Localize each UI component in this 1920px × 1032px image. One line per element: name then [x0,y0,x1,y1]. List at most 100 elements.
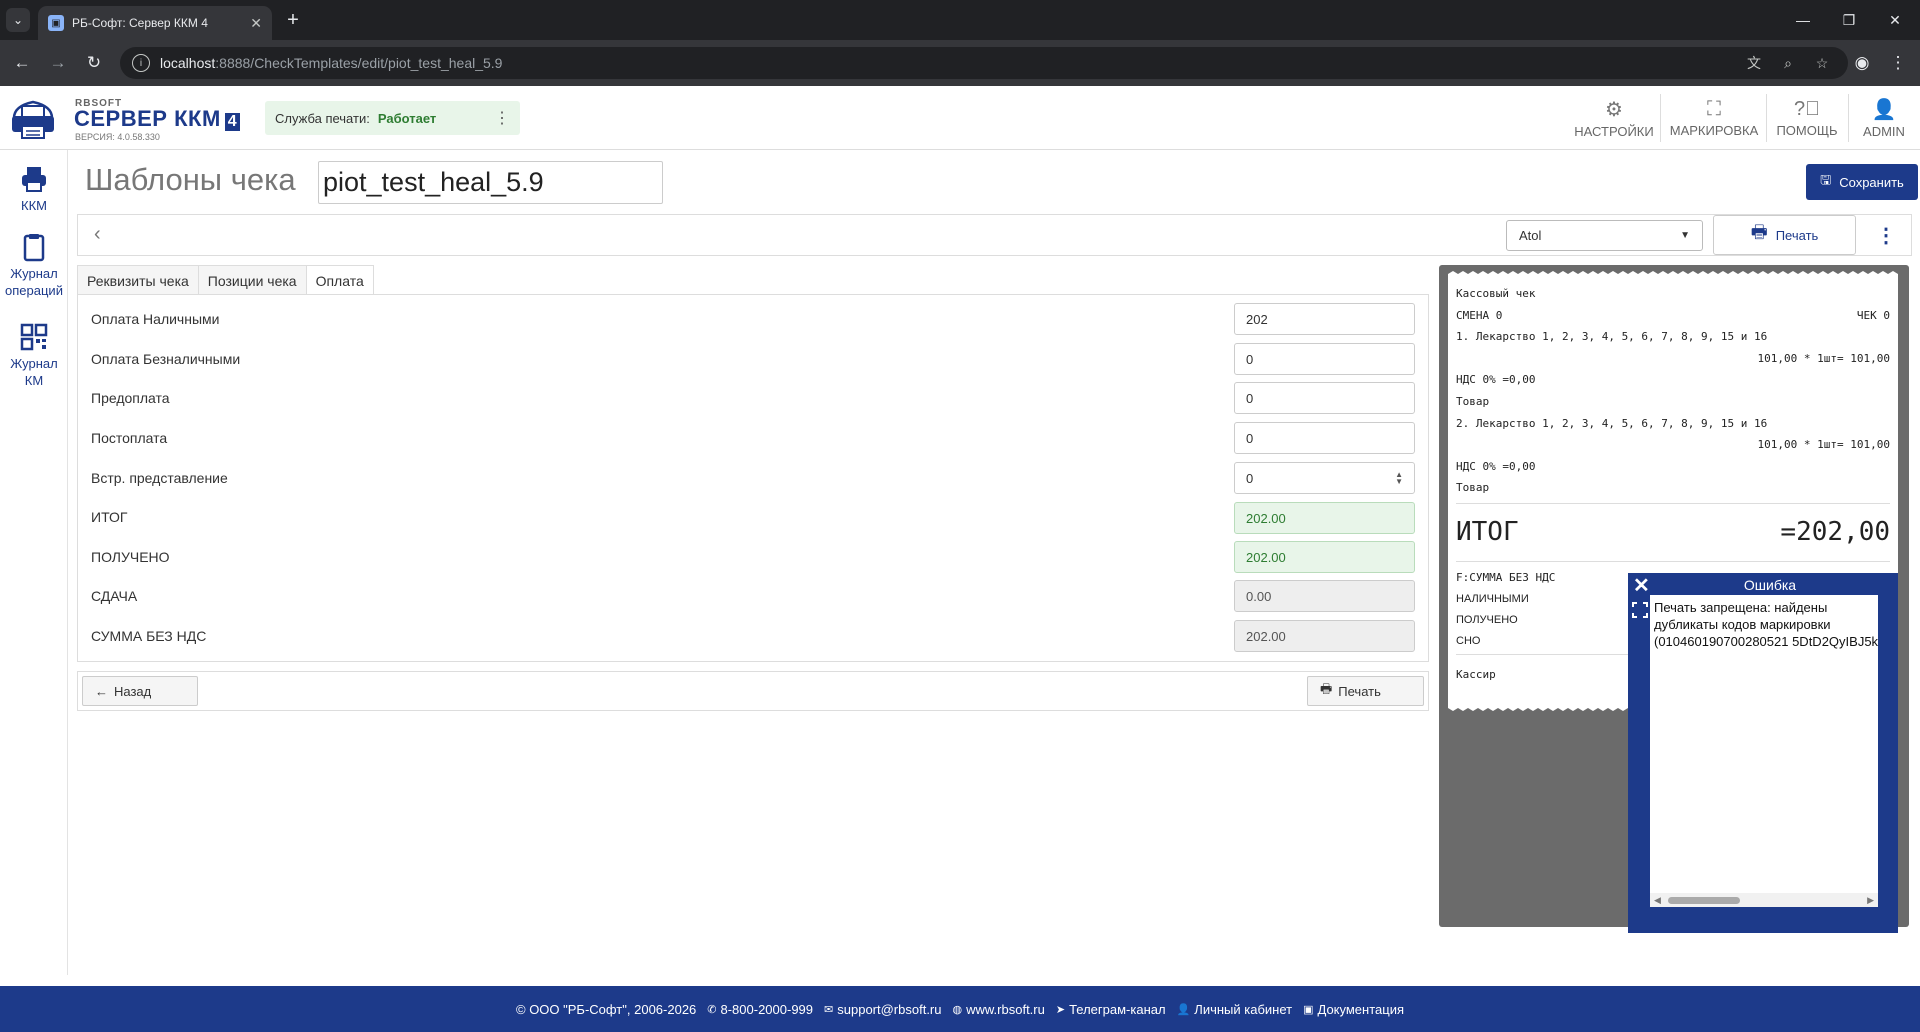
counter-provision-stepper[interactable]: 0 ▲ ▼ [1234,462,1415,494]
printer-logo-icon [12,100,54,139]
total-field[interactable]: 202.00 [1234,502,1415,534]
nav-user-label: ADMIN [1863,124,1905,139]
footer-site-link[interactable]: ◍ www.rbsoft.ru [953,1002,1045,1017]
nav-help[interactable]: ?⃝ ПОМОЩЬ [1772,94,1842,142]
footer-site: www.rbsoft.ru [966,1001,1045,1017]
footer: © ООО "РБ-Софт", 2006-2026 ✆ 8-800-2000-9… [0,986,1920,1032]
nav-marking-label: МАРКИРОВКА [1669,123,1759,138]
footer-copyright: © ООО "РБ-Софт", 2006-2026 [516,1001,697,1017]
cashless-payment-input[interactable]: 0 [1234,343,1415,375]
nav-user[interactable]: 👤 ADMIN [1852,94,1916,142]
postpayment-input[interactable]: 0 [1234,422,1415,454]
nav-settings-label: НАСТРОЙКИ [1574,124,1654,139]
tab-check-details[interactable]: Реквизиты чека [77,265,199,295]
sidebar-item-km-log[interactable]: Журнал КМ [0,322,68,390]
sidebar-item-label: Журнал операций [5,266,63,298]
save-button-label: Сохранить [1839,174,1904,190]
payment-form [77,294,1429,662]
scroll-right-icon[interactable]: ▶ [1867,895,1874,906]
chevron-down-icon: ▼ [1680,230,1690,241]
browser-tab[interactable]: ▣ РБ-Софт: Сервер ККМ 4 ✕ [38,6,272,40]
receipt-item-2-sum: 101,00 * 1шт= 101,00 [1757,438,1890,451]
receipt-divider [1456,561,1890,562]
tab-close-icon[interactable]: ✕ [250,15,262,32]
envelope-icon: ✉ [824,1003,834,1016]
chevron-left-icon[interactable]: ‹ [94,223,101,246]
address-bar[interactable]: i localhost:8888/CheckTemplates/edit/pio… [120,47,1848,79]
receipt-item-2: 2. Лекарство 1, 2, 3, 4, 5, 6, 7, 8, 9, … [1456,417,1768,430]
horizontal-scrollbar[interactable]: ◀ ▶ [1650,893,1878,907]
bottom-print-label: Печать [1338,683,1381,699]
more-options-icon[interactable]: ⋮ [1876,220,1896,250]
receipt-item-1-sum: 101,00 * 1шт= 101,00 [1757,352,1890,365]
reload-icon[interactable]: ↻ [80,49,108,77]
template-name-input[interactable] [318,161,663,204]
restore-icon[interactable]: ❐ [1826,0,1872,40]
printer-icon: 🖶 [1750,222,1768,242]
forward-arrow-icon[interactable]: → [44,49,72,77]
footer-docs-link[interactable]: ▣ Документация [1303,1002,1404,1017]
error-message: Печать запрещена: найдены дубликаты кодо… [1654,600,1878,649]
footer-email-link[interactable]: ✉ support@rbsoft.ru [824,1002,941,1017]
back-arrow-icon[interactable]: ← [8,49,36,77]
print-service-menu-icon[interactable]: ⋮ [494,108,510,128]
sidebar-item-label: ККМ [21,198,47,213]
footer-telegram: Телеграм-канал [1069,1001,1166,1017]
print-button[interactable]: 🖶 Печать [1713,215,1856,255]
tab-list-chevron-icon[interactable]: ⌄ [6,8,30,32]
receipt-item-2-type: Товар [1456,481,1490,494]
minimize-icon[interactable]: — [1780,0,1826,40]
print-service-label: Служба печати: [275,110,370,126]
browser-menu-icon[interactable]: ⋮ [1884,49,1912,77]
footer-phone-link[interactable]: ✆ 8-800-2000-999 [707,1002,813,1017]
back-button[interactable]: ← Назад [82,676,198,706]
receipt-cash: НАЛИЧНЫМИ [1456,593,1529,605]
help-icon: ?⃝ [1793,98,1821,120]
translate-icon[interactable]: 文 [1740,47,1768,79]
window-close-icon[interactable]: ✕ [1872,0,1918,40]
floppy-disk-icon: 🖫 [1820,172,1832,187]
field-label-postpayment: Постоплата [91,430,168,446]
qr-code-icon [20,323,48,351]
receipt-item-1-vat: НДС 0% =0,00 [1456,373,1536,386]
field-label-prepayment: Предоплата [91,390,170,406]
footer-telegram-link[interactable]: ➤ Телеграм-канал [1056,1002,1166,1017]
nav-help-label: ПОМОЩЬ [1776,123,1838,138]
print-service-status: Служба печати: Работает ⋮ [265,101,520,135]
scrollbar-thumb[interactable] [1668,897,1740,904]
print-service-state: Работает [377,110,437,126]
tab-check-items[interactable]: Позиции чека [197,265,307,295]
stepper-arrows-icon[interactable]: ▲ ▼ [1395,471,1403,486]
cash-payment-input[interactable]: 202 [1234,303,1415,335]
bottom-print-button[interactable]: 🖶 Печать [1307,676,1424,706]
device-select[interactable]: Atol ▼ [1506,220,1703,251]
back-button-label: Назад [114,683,152,699]
tab-payment[interactable]: Оплата [305,265,374,296]
scroll-left-icon[interactable]: ◀ [1654,895,1661,906]
site-info-icon[interactable]: i [132,54,150,72]
tab-title: РБ-Софт: Сервер ККМ 4 [72,16,208,30]
telegram-icon: ➤ [1055,1003,1066,1016]
save-button[interactable]: 🖫 Сохранить [1806,164,1918,200]
receipt-item-1-type: Товар [1456,395,1490,408]
field-label-total: ИТОГ [91,509,128,525]
page-title: Шаблоны чека [85,162,296,197]
receipt-title: Кассовый чек [1456,287,1536,300]
receipt-item-1: 1. Лекарство 1, 2, 3, 4, 5, 6, 7, 8, 9, … [1456,330,1768,343]
product-name: СЕРВЕР ККМ 4 [74,106,241,132]
field-label-cashless: Оплата Безналичными [91,351,241,367]
sidebar-item-operations-log[interactable]: Журнал операций [0,232,68,300]
footer-cabinet-link[interactable]: 👤 Личный кабинет [1177,1002,1293,1017]
received-field[interactable]: 202.00 [1234,541,1415,573]
nav-marking[interactable]: ⛶ МАРКИРОВКА [1668,94,1760,142]
new-tab-plus-icon[interactable]: + [281,8,305,32]
profile-icon[interactable]: ◉ [1848,49,1876,77]
sidebar-item-kkm[interactable]: ККМ [0,164,68,215]
nav-settings[interactable]: ⚙ НАСТРОЙКИ [1574,94,1654,142]
expand-icon[interactable] [1632,602,1648,618]
bookmark-star-icon[interactable]: ☆ [1808,47,1836,79]
zoom-icon[interactable]: ⌕ [1774,47,1802,79]
url-path: :8888/CheckTemplates/edit/piot_test_heal… [215,55,503,71]
field-label-counter-provision: Встр. представление [91,470,228,486]
prepayment-input[interactable]: 0 [1234,382,1415,414]
